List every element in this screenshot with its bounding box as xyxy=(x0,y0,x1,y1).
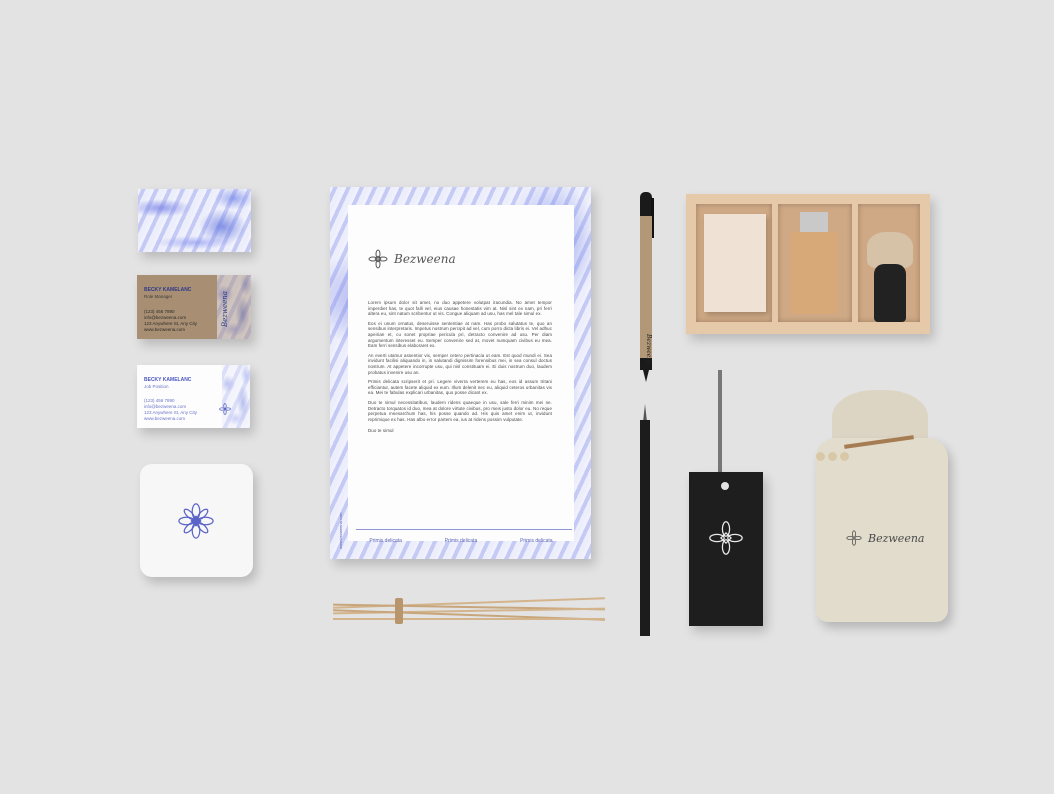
card-brand-name: Bezweena xyxy=(221,291,229,327)
flower-logo-icon xyxy=(178,503,214,539)
letter-paragraph: Primis delicata scripserit et pri. Leger… xyxy=(368,379,552,396)
letter-vertical-url: www.bezweena.com xyxy=(338,512,343,549)
box-compartment xyxy=(778,204,852,322)
brand-name: Bezweena xyxy=(394,252,456,266)
card-line: www.bezweena.com xyxy=(144,416,186,421)
brand-name: Bezweena xyxy=(868,531,925,545)
flower-logo-icon xyxy=(846,530,862,546)
pen-brand: Bezweena xyxy=(645,334,652,365)
hang-tag xyxy=(689,472,763,626)
letter-body: Lorem ipsum dolor sit amet, no duo appet… xyxy=(368,300,552,438)
letter-signoff: Duo te simul xyxy=(368,428,394,434)
letter-page: Bezweena Lorem ipsum dolor sit amet, no … xyxy=(348,205,574,544)
tag-string xyxy=(718,370,722,480)
card-role: Job Position xyxy=(144,384,169,389)
reed-sticks xyxy=(333,594,605,628)
letter-paragraph: An everti utamur assentior vix, semper c… xyxy=(368,352,552,375)
letter-brand: Bezweena xyxy=(368,249,456,269)
box-compartment xyxy=(696,204,772,322)
white-business-card: BECKY KAMELANC Job Position (123) 456 78… xyxy=(137,365,250,428)
wooden-gift-box xyxy=(686,194,930,334)
card-role: Role Manager xyxy=(144,294,173,299)
letter-paragraph: Eos ei unum ornatus, deseruisse sententi… xyxy=(368,320,552,349)
card-name: BECKY KAMELANC xyxy=(144,287,192,293)
footer-item: Primis delicata xyxy=(520,538,553,544)
letterhead: Bezweena Lorem ipsum dolor sit amet, no … xyxy=(330,187,591,559)
letter-paragraph: Lorem ipsum dolor sit amet, no duo appet… xyxy=(368,300,552,317)
footer-item: Primis delicata xyxy=(369,538,402,544)
marble-business-card xyxy=(138,189,251,252)
pencil xyxy=(640,404,650,636)
flower-logo-icon xyxy=(219,403,231,415)
stationery-mockup: BECKY KAMELANC Role Manager (123) 456 78… xyxy=(0,0,1054,794)
card-name: BECKY KAMELANC xyxy=(144,377,192,383)
flower-logo-icon xyxy=(368,249,388,269)
coaster xyxy=(140,464,253,577)
footer-item: Primis delicata xyxy=(444,538,478,544)
shaving-brush xyxy=(874,264,906,322)
perfume-bottle xyxy=(790,232,838,314)
bag-brand: Bezweena xyxy=(846,530,924,546)
flower-logo-icon xyxy=(709,521,743,555)
kraft-business-card: BECKY KAMELANC Role Manager (123) 456 78… xyxy=(137,275,251,339)
pen: Bezweena xyxy=(638,192,654,382)
burlap-bag: Bezweena xyxy=(816,390,948,622)
letter-paragraph: Duo te simul necessitatibus, laudem ride… xyxy=(368,399,552,422)
letter-footer: Primis delicata Primis delicata Primis d… xyxy=(348,538,574,544)
footer-divider xyxy=(356,529,572,530)
card-line: www.bezweena.com xyxy=(144,327,186,332)
soap-bar xyxy=(704,214,766,312)
box-compartment xyxy=(858,204,920,322)
